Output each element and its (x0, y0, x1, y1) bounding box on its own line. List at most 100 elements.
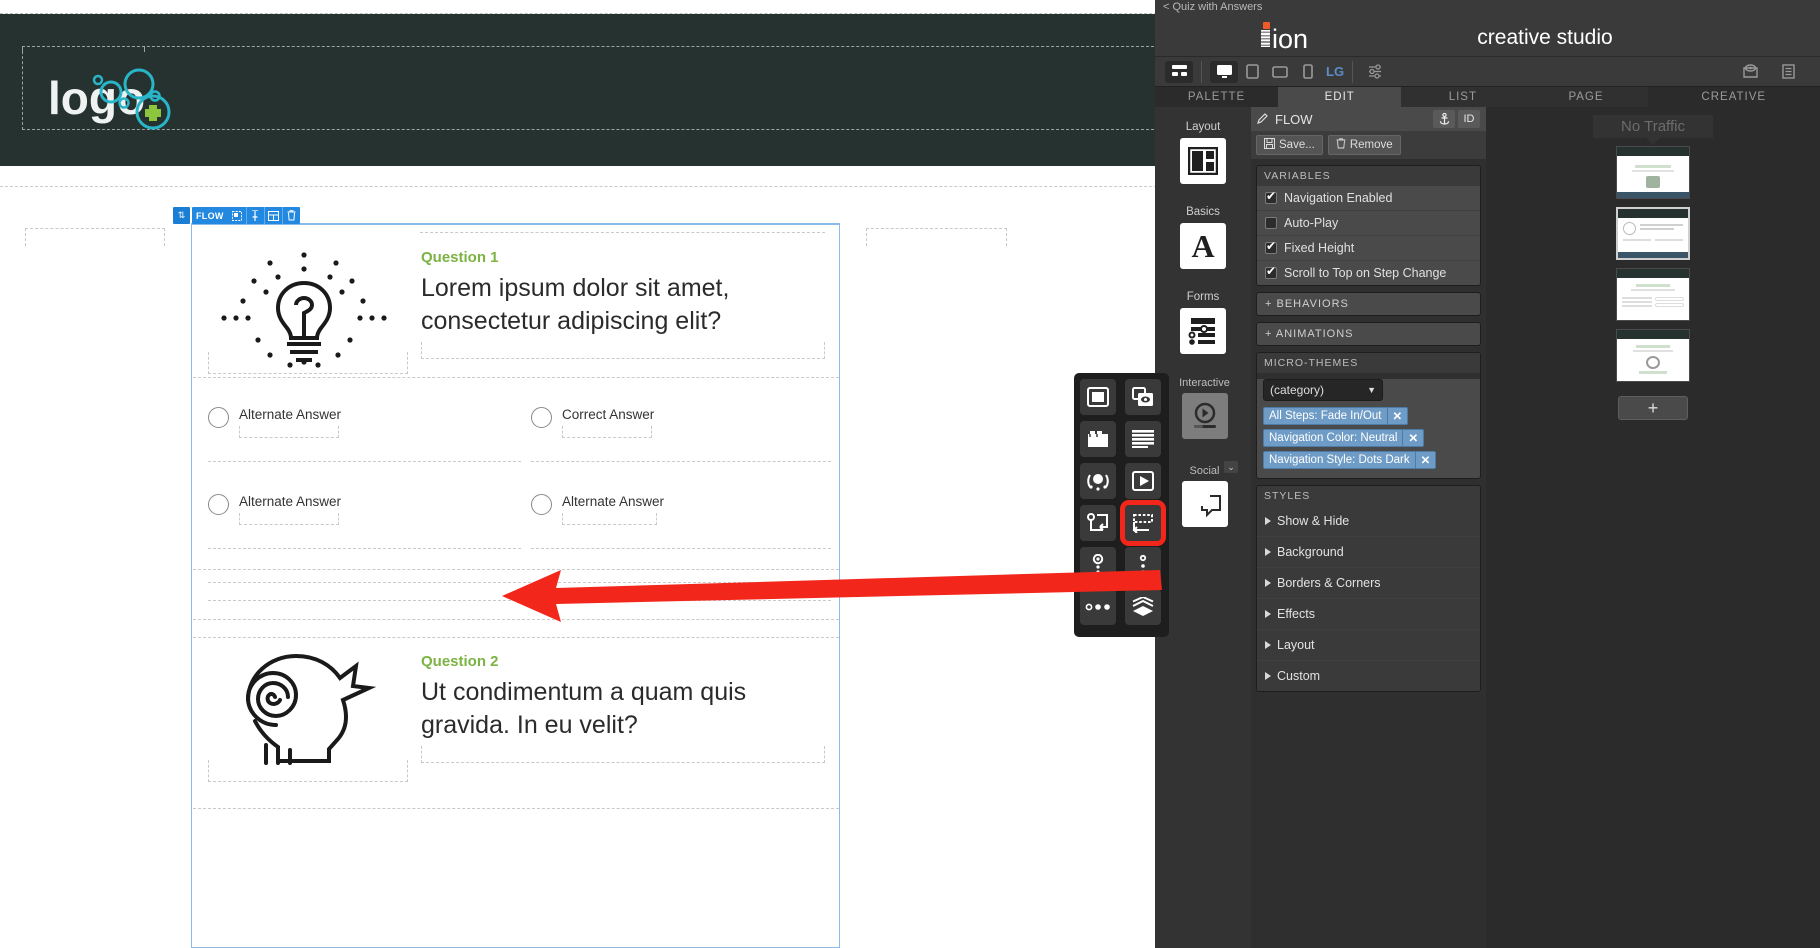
radio-button[interactable] (531, 494, 552, 515)
radio-button[interactable] (531, 407, 552, 428)
close-icon[interactable]: ✕ (1414, 452, 1436, 468)
tab-creative[interactable]: CREATIVE (1647, 87, 1820, 107)
variable-row[interactable]: Auto-Play (1257, 211, 1480, 236)
flow-selection-toolbar[interactable]: ⇅ FLOW (173, 207, 300, 224)
palette-item-basics[interactable]: Basics A (1155, 206, 1251, 269)
q1-answer-1[interactable]: Alternate Answer (208, 407, 341, 438)
tab-palette[interactable]: PALETTE (1155, 87, 1279, 107)
video-play-icon[interactable] (1124, 463, 1161, 499)
dots-vertical-icon[interactable] (1124, 547, 1161, 583)
creative-studio-app[interactable]: < Quiz with Answers ion creative studio (1155, 0, 1820, 948)
q1-answer-2[interactable]: Correct Answer (531, 407, 654, 438)
dots-row-icon[interactable] (1080, 589, 1116, 625)
variable-row[interactable]: Navigation Enabled (1257, 186, 1480, 211)
layout-grid-icon[interactable] (1180, 138, 1226, 184)
q1-answer-4[interactable]: Alternate Answer (531, 494, 664, 525)
tablet-icon[interactable] (1238, 61, 1266, 83)
microtheme-tag[interactable]: Navigation Color: Neutral ✕ (1263, 429, 1425, 447)
mobile-icon[interactable] (1294, 61, 1322, 83)
q1-text-cell[interactable]: Question 1 Lorem ipsum dolor sit amet, c… (421, 249, 821, 338)
style-row-effects[interactable]: Effects (1257, 599, 1480, 630)
flow-branch-icon[interactable] (1080, 505, 1116, 541)
page-thumbnail[interactable] (1616, 329, 1690, 382)
checkbox[interactable] (1265, 239, 1277, 254)
q2-icon-cell[interactable] (218, 645, 408, 775)
palette-flyout[interactable] (1074, 373, 1169, 637)
settings-sliders-icon[interactable] (1361, 61, 1389, 83)
q1-a4-underline (531, 548, 831, 549)
target-dots-icon[interactable] (1080, 547, 1116, 583)
gallery-eye-icon[interactable] (1124, 379, 1161, 415)
edit-panel[interactable]: FLOW ID Save... Remove VARIABLES ✔ Navig… (1251, 107, 1486, 948)
caret-right-icon (1265, 517, 1271, 525)
variable-label: Navigation Enabled (1284, 191, 1393, 205)
page-thumbnail[interactable] (1616, 146, 1690, 199)
palette-flyout-groups[interactable]: Interactive ⌄ Social (1169, 373, 1240, 637)
style-label: Borders & Corners (1277, 576, 1381, 590)
video-player-icon[interactable] (1181, 393, 1228, 439)
id-button[interactable]: ID (1458, 110, 1480, 128)
microtheme-tag[interactable]: Navigation Style: Dots Dark ✕ (1263, 451, 1437, 469)
style-row-layout[interactable]: Layout (1257, 630, 1480, 661)
device-toolbar[interactable]: LG (1155, 57, 1820, 87)
breakpoint-label[interactable]: LG (1326, 64, 1344, 79)
add-page-button[interactable]: + (1618, 396, 1688, 420)
grid-icon[interactable] (263, 207, 282, 224)
typography-a-icon[interactable]: A (1180, 223, 1226, 269)
tab-page[interactable]: PAGE (1524, 87, 1648, 107)
reorder-icon[interactable]: ⇅ (173, 207, 190, 224)
page-thumbnail[interactable] (1616, 268, 1690, 321)
variable-row[interactable]: Scroll to Top on Step Change (1257, 261, 1480, 285)
radio-button[interactable] (208, 407, 229, 428)
flow-step-icon[interactable] (1119, 500, 1166, 546)
anchor-icon[interactable] (1433, 110, 1455, 128)
behaviors-section-toggle[interactable]: + BEHAVIORS (1256, 292, 1481, 316)
layers-icon[interactable] (1124, 589, 1161, 625)
creative-panel[interactable]: No Traffic + (1486, 107, 1820, 948)
form-controls-icon[interactable] (1180, 308, 1226, 354)
trash-icon[interactable] (281, 207, 300, 224)
style-row-borders-corners[interactable]: Borders & Corners (1257, 568, 1480, 599)
chevron-down-icon[interactable]: ⌄ (1224, 461, 1238, 473)
q2-text-cell[interactable]: Question 2 Ut condimentum a quam quis gr… (421, 653, 821, 742)
page-thumbnail-selected[interactable] (1616, 207, 1690, 260)
notes-icon[interactable] (1774, 61, 1802, 83)
social-chat-icon[interactable] (1181, 481, 1228, 527)
style-row-show-hide[interactable]: Show & Hide (1257, 506, 1480, 537)
preview-eye-icon[interactable] (1736, 61, 1764, 83)
radio-button[interactable] (208, 494, 229, 515)
flow-toolbar-group[interactable]: FLOW (192, 207, 300, 224)
palette-item-layout[interactable]: Layout (1155, 121, 1251, 184)
breadcrumb[interactable]: < Quiz with Answers (1155, 0, 1820, 14)
close-icon[interactable]: ✕ (1402, 430, 1423, 446)
flow-region[interactable]: Question 1 Lorem ipsum dolor sit amet, c… (191, 223, 840, 948)
pin-icon[interactable] (245, 207, 264, 224)
tab-list[interactable]: LIST (1401, 87, 1525, 107)
checkbox[interactable] (1265, 264, 1277, 279)
tab-bar[interactable]: PALETTE EDIT LIST PAGE CREATIVE (1155, 87, 1820, 107)
microthemes-category-select[interactable]: (category) ▼ (1263, 379, 1383, 401)
desktop-icon[interactable] (1210, 60, 1238, 83)
text-lines-icon[interactable] (1124, 421, 1161, 457)
close-icon[interactable]: ✕ (1386, 408, 1408, 424)
animations-section-toggle[interactable]: + ANIMATIONS (1256, 322, 1481, 346)
checkbox[interactable] (1265, 189, 1277, 204)
checkbox[interactable] (1265, 217, 1277, 229)
hotspot-icon[interactable] (1080, 463, 1116, 499)
microtheme-tag[interactable]: All Steps: Fade In/Out ✕ (1263, 407, 1409, 425)
save-button[interactable]: Save... (1256, 135, 1323, 155)
variable-row[interactable]: Fixed Height (1257, 236, 1480, 261)
logo-container[interactable]: logo (22, 46, 1164, 130)
q1-answer-3[interactable]: Alternate Answer (208, 494, 341, 525)
tablet-landscape-icon[interactable] (1266, 61, 1294, 83)
duplicate-icon[interactable] (228, 207, 246, 224)
tab-edit[interactable]: EDIT (1278, 87, 1402, 107)
remove-button[interactable]: Remove (1327, 135, 1401, 155)
edit-actions[interactable]: Save... Remove (1251, 131, 1486, 159)
style-row-custom[interactable]: Custom (1257, 661, 1480, 691)
layout-icon[interactable] (1165, 60, 1193, 83)
folder-tabs-icon[interactable] (1080, 421, 1116, 457)
style-row-background[interactable]: Background (1257, 537, 1480, 568)
image-frame-icon[interactable] (1080, 379, 1116, 415)
palette-item-forms[interactable]: Forms (1155, 291, 1251, 354)
